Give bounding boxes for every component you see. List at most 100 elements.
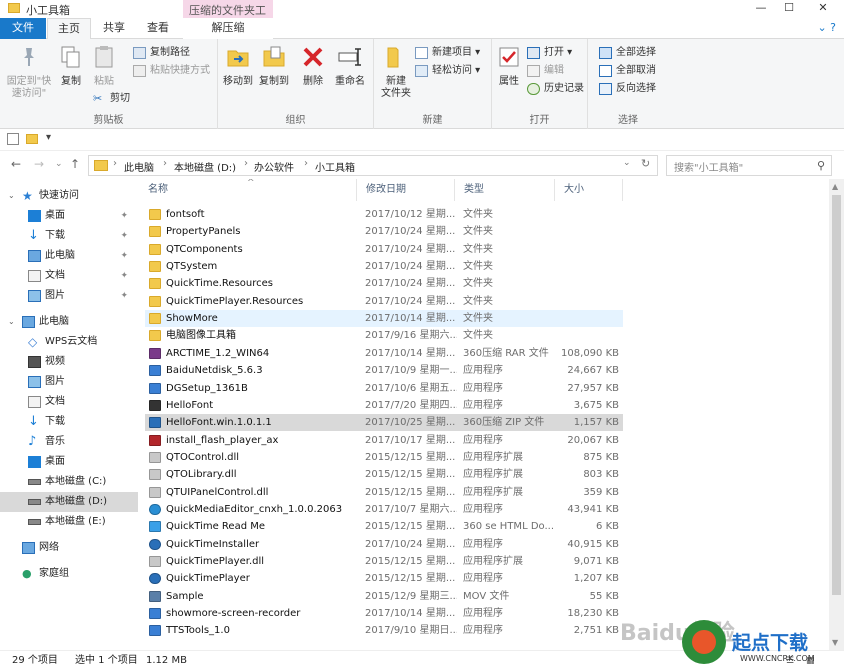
nav-quick-access[interactable]: ⌄ ★ 快速访问 — [0, 186, 138, 206]
address-bar[interactable]: › 此电脑 › 本地磁盘 (D:) › 办公软件 › 小工具箱 ⌄ ↻ — [88, 155, 658, 176]
nav-quick-this-pc[interactable]: 此电脑 ✦ — [0, 246, 138, 266]
table-row[interactable]: QTUIPanelControl.dll 2015/12/15 星期... 应用程序… — [139, 484, 829, 501]
invert-selection-button[interactable]: 反向选择 — [598, 81, 656, 97]
copy-to-button[interactable]: 复制到 — [256, 45, 292, 88]
expand-chevron-icon[interactable]: ⌄ — [8, 186, 15, 206]
select-none-button[interactable]: 全部取消 — [598, 63, 656, 79]
nav-pictures[interactable]: 图片 — [0, 372, 138, 392]
table-row[interactable]: QuickTime Read Me 2015/12/15 星期... 360 se … — [139, 518, 829, 535]
column-header-size[interactable]: 大小 — [555, 179, 623, 201]
details-view-icon[interactable]: ☰ — [786, 651, 794, 670]
maximize-button[interactable]: ☐ — [772, 0, 806, 18]
nav-drive-c[interactable]: 本地磁盘 (C:) — [0, 472, 138, 492]
table-row[interactable]: Sample 2015/12/9 星期三... MOV 文件 55 KB — [139, 588, 829, 605]
recent-locations-icon[interactable]: ⌄ — [55, 159, 63, 169]
new-item-button[interactable]: 新建项目 ▾ — [414, 45, 480, 61]
nav-quick-desktop[interactable]: 桌面 ✦ — [0, 206, 138, 226]
properties-icon[interactable] — [7, 133, 19, 145]
table-row[interactable]: QTSystem 2017/10/24 星期... 文件夹 — [139, 258, 829, 275]
up-arrow-icon[interactable]: ↑ — [70, 157, 80, 171]
history-button[interactable]: 历史记录 — [526, 81, 584, 97]
delete-button[interactable]: 删除 — [298, 45, 328, 88]
scrollbar-thumb[interactable] — [832, 195, 841, 595]
table-row[interactable]: QTOControl.dll 2015/12/15 星期... 应用程序扩展 875 … — [139, 449, 829, 466]
close-button[interactable]: ✕ — [806, 0, 840, 18]
table-row[interactable]: install_flash_player_ax 2017/10/17 星期... 应… — [139, 432, 829, 449]
paste-button[interactable]: 粘贴 — [88, 45, 120, 88]
nav-quick-pictures[interactable]: 图片 ✦ — [0, 286, 138, 306]
tab-home[interactable]: 主页 — [47, 18, 91, 40]
vertical-scrollbar[interactable]: ▲ ▼ — [829, 179, 844, 650]
rename-button[interactable]: 重命名 — [330, 45, 370, 88]
copy-button[interactable]: 复制 — [56, 45, 86, 88]
table-row[interactable]: ARCTIME_1.2_WIN64 2017/10/14 星期... 360压缩 R… — [139, 345, 829, 362]
nav-drive-e[interactable]: 本地磁盘 (E:) — [0, 512, 138, 532]
nav-downloads[interactable]: ↓ 下载 — [0, 412, 138, 432]
customize-toolbar-icon[interactable]: ▾ — [46, 132, 51, 143]
table-row[interactable]: QuickTimePlayer 2015/12/15 星期... 应用程序 1,207… — [139, 570, 829, 587]
table-row[interactable]: HelloFont.win.1.0.1.1 2017/10/25 星期... 360… — [145, 414, 623, 432]
back-arrow-icon[interactable]: ← — [11, 157, 21, 171]
copy-path-button[interactable]: 复制路径 — [132, 45, 190, 61]
table-row[interactable]: showmore-screen-recorder 2017/10/14 星期...… — [139, 605, 829, 622]
nav-quick-documents[interactable]: 文档 ✦ — [0, 266, 138, 286]
table-row[interactable]: QuickTimePlayer.dll 2015/12/15 星期... 应用程序扩… — [139, 553, 829, 570]
table-row[interactable]: ShowMore 2017/10/14 星期... 文件夹 — [145, 310, 623, 328]
column-header-type[interactable]: 类型 — [455, 179, 555, 201]
edit-button[interactable]: 编辑 — [526, 63, 564, 79]
nav-music[interactable]: ♪ 音乐 — [0, 432, 138, 452]
table-row[interactable]: HelloFont 2017/7/20 星期四... 应用程序 3,675 KB — [139, 397, 829, 414]
table-row[interactable]: TTSTools_1.0 2017/9/10 星期日... 应用程序 2,751 KB — [139, 622, 829, 639]
tab-view[interactable]: 查看 — [138, 18, 178, 39]
tab-file[interactable]: 文件 — [0, 18, 46, 39]
help-icon[interactable]: ⌄ ? — [817, 21, 836, 34]
table-row[interactable]: QuickMediaEditor_cnxh_1.0.0.2063 2017/10/… — [139, 501, 829, 518]
nav-homegroup[interactable]: ● 家庭组 — [0, 564, 138, 584]
nav-wps-cloud[interactable]: ◇ WPS云文档 — [0, 332, 138, 352]
nav-this-pc[interactable]: ⌄ 此电脑 — [0, 312, 138, 332]
breadcrumb-this-pc[interactable]: 此电脑 — [124, 159, 154, 174]
nav-network[interactable]: 网络 — [0, 538, 138, 558]
pin-quick-access-button[interactable]: 固定到"快 速访问" — [4, 45, 54, 100]
forward-arrow-icon[interactable]: → — [34, 157, 44, 171]
column-header-date[interactable]: 修改日期 — [357, 179, 455, 201]
nav-quick-downloads[interactable]: ↓ 下载 ✦ — [0, 226, 138, 246]
easy-access-button[interactable]: 轻松访问 ▾ — [414, 63, 480, 79]
properties-button[interactable]: 属性 — [494, 45, 524, 88]
nav-drive-d[interactable]: 本地磁盘 (D:) — [0, 492, 138, 512]
expand-chevron-icon[interactable]: ⌄ — [8, 312, 15, 332]
table-row[interactable]: 电脑图像工具箱 2017/9/16 星期六... 文件夹 — [139, 327, 829, 344]
move-to-button[interactable]: 移动到 — [220, 45, 256, 88]
nav-videos[interactable]: 视频 — [0, 352, 138, 372]
breadcrumb-toolbox[interactable]: 小工具箱 — [315, 159, 355, 174]
scroll-up-icon[interactable]: ▲ — [832, 182, 838, 191]
open-button[interactable]: 打开 ▾ — [526, 45, 572, 61]
table-row[interactable]: QTComponents 2017/10/24 星期... 文件夹 — [139, 241, 829, 258]
table-row[interactable]: QuickTimeInstaller 2017/10/24 星期... 应用程序 40… — [139, 536, 829, 553]
table-row[interactable]: QTOLibrary.dll 2015/12/15 星期... 应用程序扩展 803 … — [139, 466, 829, 483]
large-icons-view-icon[interactable]: ▦ — [806, 651, 815, 670]
select-all-button[interactable]: 全部选择 — [598, 45, 656, 61]
scroll-down-icon[interactable]: ▼ — [832, 638, 838, 647]
table-row[interactable]: fontsoft 2017/10/12 星期... 文件夹 — [139, 206, 829, 223]
table-row[interactable]: QuickTimePlayer.Resources 2017/10/24 星期..… — [139, 293, 829, 310]
table-row[interactable]: QuickTime.Resources 2017/10/24 星期... 文件夹 — [139, 275, 829, 292]
open-group-label: 打开 — [529, 115, 550, 126]
nav-documents[interactable]: 文档 — [0, 392, 138, 412]
paste-shortcut-button[interactable]: 粘贴快捷方式 — [132, 63, 210, 79]
table-row[interactable]: PropertyPanels 2017/10/24 星期... 文件夹 — [139, 223, 829, 240]
column-header-name[interactable]: 名称 ^ — [139, 179, 357, 201]
cut-button[interactable]: ✂ 剪切 — [92, 91, 130, 107]
table-row[interactable]: BaiduNetdisk_5.6.3 2017/10/9 星期一... 应用程序 24… — [139, 362, 829, 379]
breadcrumb-drive-d[interactable]: 本地磁盘 (D:) — [174, 159, 236, 174]
nav-desktop[interactable]: 桌面 — [0, 452, 138, 472]
address-dropdown-icon[interactable]: ⌄ — [623, 158, 631, 168]
tab-extract[interactable]: 解压缩 — [183, 18, 273, 39]
refresh-icon[interactable]: ↻ — [641, 157, 650, 170]
breadcrumb-office-software[interactable]: 办公软件 — [254, 159, 294, 174]
new-folder-button[interactable]: 新建 文件夹 — [376, 45, 416, 100]
tab-share[interactable]: 共享 — [95, 18, 133, 39]
folder-icon[interactable] — [26, 134, 38, 144]
table-row[interactable]: DGSetup_1361B 2017/10/6 星期五... 应用程序 27,957 … — [139, 380, 829, 397]
search-box[interactable]: 搜索"小工具箱" ⚲ — [666, 155, 832, 176]
